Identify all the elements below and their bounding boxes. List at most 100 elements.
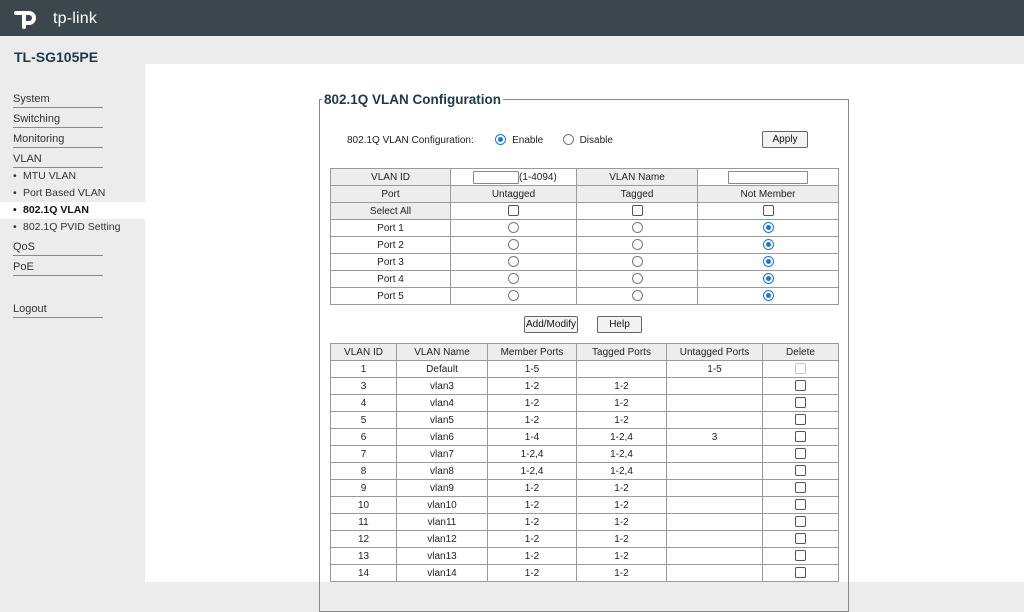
select-all-tagged-checkbox[interactable] <box>631 205 643 216</box>
tagged-ports-cell: 1-2 <box>576 394 667 412</box>
tagged-ports-cell: 1-2,4 <box>576 445 667 463</box>
not-member-radio[interactable] <box>762 290 774 301</box>
port-row: Port 4 <box>330 270 839 288</box>
bullet-icon: • <box>13 204 17 216</box>
vlan-name-cell: vlan13 <box>396 547 488 565</box>
sidebar-item-vlan[interactable]: VLAN <box>13 148 103 168</box>
delete-checkbox[interactable] <box>795 499 806 510</box>
help-button[interactable]: Help <box>597 316 642 333</box>
disable-radio[interactable] <box>562 134 574 145</box>
untagged-radio[interactable] <box>508 256 519 267</box>
table-row: 6 vlan6 1-4 1-2,4 3 <box>330 428 839 446</box>
table-row: 8 vlan8 1-2,4 1-2,4 <box>330 462 839 480</box>
delete-checkbox[interactable] <box>795 380 806 391</box>
tagged-header: Tagged <box>576 185 698 203</box>
sidebar-item-802-1q-vlan[interactable]: • 802.1Q VLAN <box>0 202 145 219</box>
sidebar-item-802-1q-pvid-setting[interactable]: • 802.1Q PVID Setting <box>0 219 145 236</box>
not-member-radio[interactable] <box>762 273 774 284</box>
vlan-id-label: VLAN ID <box>330 168 451 186</box>
untagged-radio[interactable] <box>508 222 519 233</box>
vlan-form-table: VLAN ID (1-4094) VLAN Name Port Untagged… <box>330 168 839 305</box>
vlan-id-cell: 4 <box>330 394 397 412</box>
untagged-radio[interactable] <box>508 239 519 250</box>
not-member-radio[interactable] <box>762 256 774 267</box>
port-header: Port <box>330 185 451 203</box>
delete-checkbox[interactable] <box>795 516 806 527</box>
vlan-id-cell: 8 <box>330 462 397 480</box>
logo-text: tp-link <box>53 10 98 27</box>
delete-checkbox[interactable] <box>795 550 806 561</box>
select-all-not-member-checkbox[interactable] <box>762 205 774 216</box>
not-member-radio[interactable] <box>762 239 774 250</box>
sidebar-item-qos[interactable]: QoS <box>13 236 103 256</box>
port-label: Port 2 <box>330 236 451 254</box>
vlan-id-cell: 11 <box>330 513 397 531</box>
vlan-name-cell: vlan7 <box>396 445 488 463</box>
add-modify-button[interactable]: Add/Modify <box>524 316 578 333</box>
delete-checkbox[interactable] <box>795 533 806 544</box>
delete-checkbox[interactable] <box>795 567 806 578</box>
vlan-name-cell: Default <box>396 360 488 378</box>
table-row: 1 Default 1-5 1-5 <box>330 360 839 378</box>
untagged-radio[interactable] <box>508 290 519 301</box>
sidebar-item-monitoring[interactable]: Monitoring <box>13 128 103 148</box>
port-row: Port 5 <box>330 287 839 305</box>
vlan-name-cell: vlan11 <box>396 513 488 531</box>
apply-button[interactable]: Apply <box>762 131 808 148</box>
sidebar-item-poe[interactable]: PoE <box>13 256 103 276</box>
member-ports-cell: 1-2 <box>487 377 577 395</box>
delete-checkbox[interactable] <box>795 397 806 408</box>
member-ports-cell: 1-2 <box>487 564 577 582</box>
vlan-list-table: VLAN ID VLAN Name Member Ports Tagged Ports… <box>330 343 839 582</box>
member-ports-cell: 1-2 <box>487 513 577 531</box>
tp-link-logo-icon <box>14 11 36 29</box>
tagged-radio[interactable] <box>631 256 643 267</box>
bullet-icon: • <box>13 187 17 199</box>
not-member-radio[interactable] <box>762 222 774 233</box>
sidebar-item-label: VLAN <box>13 153 42 165</box>
enable-radio[interactable] <box>495 134 507 145</box>
vlan-id-cell: 10 <box>330 496 397 514</box>
table-row: 13 vlan13 1-2 1-2 <box>330 547 839 565</box>
port-label: Port 1 <box>330 219 451 237</box>
not-member-header: Not Member <box>697 185 839 203</box>
sidebar-item-port-based-vlan[interactable]: • Port Based VLAN <box>0 185 145 202</box>
column-header: Delete <box>762 343 839 361</box>
table-row: 12 vlan12 1-2 1-2 <box>330 530 839 548</box>
select-all-untagged-checkbox[interactable] <box>508 205 519 216</box>
vlan-name-input[interactable] <box>728 170 808 184</box>
logout-link[interactable]: Logout <box>13 298 103 318</box>
delete-checkbox[interactable] <box>795 431 806 442</box>
table-row: 5 vlan5 1-2 1-2 <box>330 411 839 429</box>
untagged-ports-cell <box>666 564 763 582</box>
untagged-ports-cell <box>666 479 763 497</box>
disable-label: Disable <box>579 135 613 146</box>
delete-checkbox[interactable] <box>795 482 806 493</box>
vlan-name-cell: vlan3 <box>396 377 488 395</box>
tagged-ports-cell: 1-2,4 <box>576 428 667 446</box>
member-ports-cell: 1-2 <box>487 394 577 412</box>
delete-checkbox[interactable] <box>795 414 806 425</box>
delete-checkbox[interactable] <box>795 465 806 476</box>
tagged-ports-cell <box>576 360 667 378</box>
sidebar-item-label: QoS <box>13 241 36 253</box>
tagged-radio[interactable] <box>631 222 643 233</box>
tagged-radio[interactable] <box>631 239 643 250</box>
member-ports-cell: 1-2,4 <box>487 462 577 480</box>
vlan-name-cell: vlan4 <box>396 394 488 412</box>
sidebar-item-label: Monitoring <box>13 133 65 145</box>
sidebar-item-switching[interactable]: Switching <box>13 108 103 128</box>
vlan-id-input[interactable] <box>473 170 519 184</box>
delete-checkbox[interactable] <box>795 448 806 459</box>
untagged-ports-cell <box>666 547 763 565</box>
tagged-ports-cell: 1-2 <box>576 411 667 429</box>
tagged-radio[interactable] <box>631 273 643 284</box>
vlan-id-cell: 13 <box>330 547 397 565</box>
tagged-radio[interactable] <box>631 290 643 301</box>
untagged-ports-cell <box>666 513 763 531</box>
sidebar-item-system[interactable]: System <box>13 88 103 108</box>
port-row: Port 1 <box>330 219 839 237</box>
member-ports-cell: 1-2 <box>487 496 577 514</box>
untagged-radio[interactable] <box>508 273 519 284</box>
sidebar-item-mtu-vlan[interactable]: • MTU VLAN <box>0 168 145 185</box>
